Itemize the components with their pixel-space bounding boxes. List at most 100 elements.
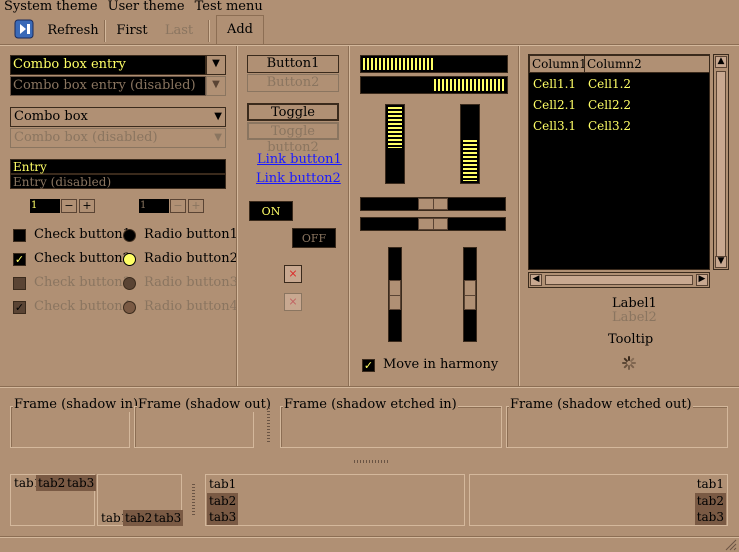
arrow-down-icon[interactable]: ▼ xyxy=(715,256,727,268)
progress-bar-h2 xyxy=(360,76,508,94)
link-button-1[interactable]: Link button1 xyxy=(257,152,342,167)
entry-field[interactable]: Entry xyxy=(10,159,226,174)
menu-test-menu[interactable]: Test menu xyxy=(195,0,263,14)
arrow-left-icon[interactable]: ◀ xyxy=(530,274,542,286)
tab-3[interactable]: tab3 xyxy=(152,510,184,526)
tab-3[interactable]: tab3 xyxy=(65,475,97,491)
radio-4 xyxy=(123,301,136,314)
entry-field-disabled: Entry (disabled) xyxy=(10,174,226,189)
tab-1[interactable]: tab1 xyxy=(695,476,726,492)
column-header-1[interactable]: Column1 xyxy=(529,55,587,73)
column-separator xyxy=(518,46,520,386)
last-button[interactable]: Last xyxy=(164,18,194,44)
combo-box-disabled: Combo box (disabled) ▼ xyxy=(10,128,226,148)
table-cell[interactable]: Cell1.2 xyxy=(588,77,631,91)
table-cell[interactable]: Cell3.1 xyxy=(533,119,576,133)
checkbox-2[interactable]: ✓ xyxy=(13,253,26,266)
harmony-label: Move in harmony xyxy=(383,357,499,372)
menu-system-theme[interactable]: System theme xyxy=(4,0,98,14)
column-header-2[interactable]: Column2 xyxy=(584,55,710,73)
frame-shadow-etched-out xyxy=(506,406,728,448)
switch-off[interactable]: OFF xyxy=(292,228,336,248)
vertical-scrollbar[interactable]: ▲ ▼ xyxy=(713,54,729,270)
horizontal-scrollbar[interactable]: ◀ ▶ xyxy=(528,272,710,288)
checkbox-1[interactable] xyxy=(13,229,26,242)
spin-button[interactable]: 1 − + xyxy=(30,199,96,213)
slider-handle[interactable] xyxy=(418,198,448,210)
frame-title: Frame (shadow in) xyxy=(13,397,140,412)
minus-icon[interactable]: − xyxy=(61,199,77,213)
tab-3[interactable]: tab3 xyxy=(207,509,239,525)
vscale-1[interactable] xyxy=(388,247,402,342)
hscale-2[interactable] xyxy=(360,217,506,231)
table-cell[interactable]: Cell1.1 xyxy=(533,77,576,91)
check-button-3-label: Check button3 xyxy=(34,275,131,290)
toggle-button-1[interactable]: Toggle button1 xyxy=(247,103,339,136)
first-button[interactable]: First xyxy=(114,18,150,44)
label-1: Label1 xyxy=(612,296,657,311)
plus-icon[interactable]: + xyxy=(79,199,95,213)
tab-3[interactable]: tab3 xyxy=(694,509,726,525)
progress-fill xyxy=(463,140,477,181)
tab-2[interactable]: tab2 xyxy=(694,493,726,509)
add-button[interactable]: Add xyxy=(216,15,264,45)
slider-handle[interactable] xyxy=(464,280,476,310)
scrollbar-thumb[interactable] xyxy=(545,275,693,285)
check-button-4-label: Check button4 xyxy=(34,299,131,314)
button-1[interactable]: Button1 xyxy=(247,55,339,73)
combo-box-label: Combo box (disabled) xyxy=(14,130,158,145)
progress-bar-h1 xyxy=(360,55,508,73)
slider-handle[interactable] xyxy=(418,218,448,230)
resize-grip-icon[interactable] xyxy=(724,538,737,551)
harmony-checkbox[interactable]: ✓ xyxy=(362,359,375,372)
toolbar-divider xyxy=(0,44,739,46)
table-cell[interactable]: Cell2.1 xyxy=(533,98,576,112)
tab-2[interactable]: tab2 xyxy=(123,510,155,526)
combo-box[interactable]: Combo box ▼ xyxy=(10,107,226,127)
radio-3 xyxy=(123,277,136,290)
refresh-button[interactable]: Refresh xyxy=(46,18,100,44)
progress-fill xyxy=(363,58,434,70)
menu-user-theme[interactable]: User theme xyxy=(108,0,185,14)
combo-box-entry[interactable]: Combo box entry xyxy=(10,55,206,75)
notebook-top: tab1 tab2 tab3 xyxy=(10,474,97,526)
tab-2[interactable]: tab2 xyxy=(36,475,68,491)
toolbar-separator xyxy=(104,20,106,42)
checkbox-4: ✓ xyxy=(13,301,26,314)
arrow-up-icon[interactable]: ▲ xyxy=(715,56,727,68)
close-icon[interactable]: × xyxy=(284,265,302,283)
radio-1[interactable] xyxy=(123,229,136,242)
table-cell[interactable]: Cell2.2 xyxy=(588,98,631,112)
radio-button-3-label: Radio button3 xyxy=(144,275,238,290)
combo-box-label: Combo box xyxy=(14,109,88,124)
tab-2[interactable]: tab2 xyxy=(207,493,239,509)
tree-view[interactable]: Column1 Column2 Cell1.1 Cell1.2 Cell2.1 … xyxy=(528,54,710,270)
statusbar-divider xyxy=(0,536,739,538)
checkbox-3 xyxy=(13,277,26,290)
frame-title: Frame (shadow etched in) xyxy=(283,397,458,412)
spin-value[interactable]: 1 xyxy=(30,199,60,213)
link-button-2[interactable]: Link button2 xyxy=(256,171,341,186)
scrollbar-thumb[interactable] xyxy=(716,71,726,257)
frame-shadow-out xyxy=(134,406,254,448)
refresh-icon[interactable] xyxy=(12,18,38,44)
tooltip-label[interactable]: Tooltip xyxy=(608,332,653,347)
pane-handle[interactable] xyxy=(192,484,195,516)
slider-handle[interactable] xyxy=(389,280,401,310)
button-2: Button2 xyxy=(247,74,339,92)
chevron-down-icon[interactable]: ▼ xyxy=(206,55,226,75)
radio-2[interactable] xyxy=(123,253,136,266)
pane-handle[interactable] xyxy=(267,408,270,442)
switch-on[interactable]: ON xyxy=(249,201,293,221)
vscale-2[interactable] xyxy=(463,247,477,342)
menubar: System theme User theme Test menu xyxy=(0,0,739,14)
hscale-1[interactable] xyxy=(360,197,506,211)
pane-handle[interactable] xyxy=(354,460,388,463)
frame-shadow-in xyxy=(10,406,130,448)
progress-fill xyxy=(388,107,402,148)
table-cell[interactable]: Cell3.2 xyxy=(588,119,631,133)
tab-1[interactable]: tab1 xyxy=(207,476,238,492)
toolbar-separator xyxy=(208,20,210,42)
arrow-right-icon[interactable]: ▶ xyxy=(696,274,708,286)
chevron-down-icon: ▼ xyxy=(214,132,222,143)
